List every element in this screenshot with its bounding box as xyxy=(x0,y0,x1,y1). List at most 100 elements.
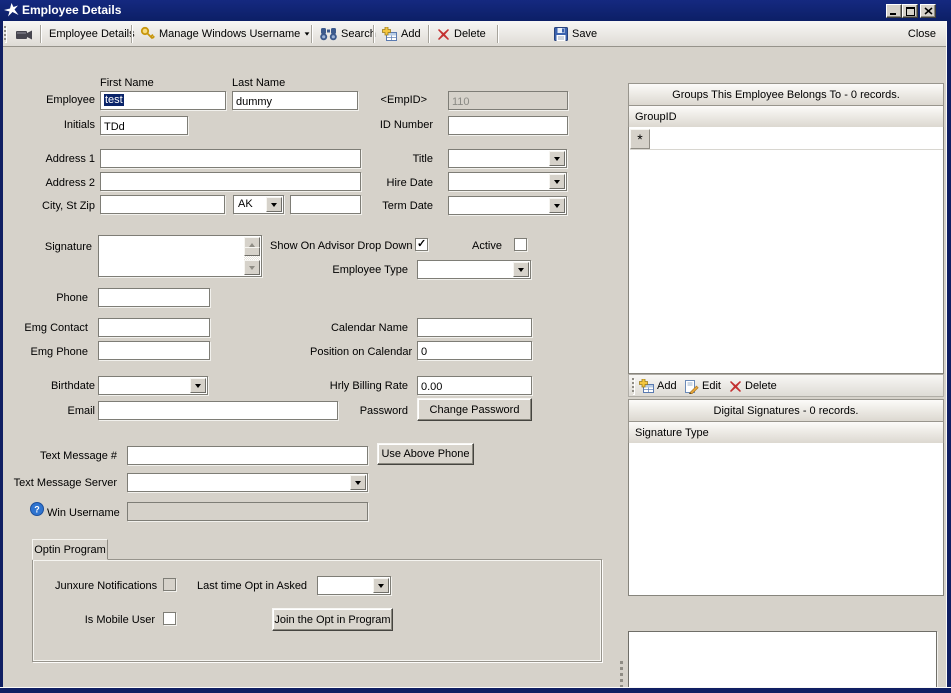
is-mobile-user-checkbox[interactable] xyxy=(163,612,176,625)
emg-phone-field[interactable] xyxy=(98,341,210,360)
dropdown-button[interactable] xyxy=(549,198,565,213)
junxure-notifications-checkbox[interactable] xyxy=(163,578,176,591)
signatures-panel-header-label: Digital Signatures - 0 records. xyxy=(713,404,859,417)
calendar-name-field[interactable] xyxy=(417,318,532,337)
join-opt-in-program-label: Join the Opt in Program xyxy=(274,613,391,626)
manage-windows-username-button[interactable]: Manage Windows Username xyxy=(135,23,315,45)
empid-label: <EmpID> xyxy=(380,94,427,106)
key-icon xyxy=(140,26,155,40)
join-opt-in-program-button[interactable]: Join the Opt in Program xyxy=(272,608,393,631)
add-label: Add xyxy=(401,28,421,40)
employee-details-button[interactable]: Employee Details xyxy=(44,23,140,45)
text-message-server-dropdown[interactable] xyxy=(127,473,368,492)
groups-edit-button[interactable]: Edit xyxy=(684,377,721,395)
text-message-server-label: Text Message Server xyxy=(13,477,117,489)
dropdown-button[interactable] xyxy=(350,475,366,490)
hire-date-dropdown[interactable] xyxy=(448,172,567,191)
window-border-left xyxy=(0,21,3,693)
signature-textarea[interactable] xyxy=(98,235,262,277)
groupid-column-header[interactable]: GroupID xyxy=(628,105,944,128)
show-on-advisor-checkbox[interactable] xyxy=(415,237,428,251)
junxure-notifications-label: Junxure Notifications xyxy=(55,580,158,592)
dropdown-button[interactable] xyxy=(549,174,565,189)
add-icon xyxy=(639,378,654,393)
phone-field[interactable] xyxy=(98,288,210,307)
hrly-billing-rate-field[interactable] xyxy=(417,376,532,395)
add-icon xyxy=(382,26,397,41)
term-date-dropdown[interactable] xyxy=(448,196,567,215)
state-dropdown[interactable]: AK xyxy=(233,195,284,214)
dropdown-button[interactable] xyxy=(373,578,389,593)
address1-field[interactable] xyxy=(100,149,361,168)
signatures-list[interactable] xyxy=(628,443,944,596)
chevron-down-icon xyxy=(195,383,201,388)
text-message-number-label: Text Message # xyxy=(39,450,117,462)
maximize-button[interactable] xyxy=(902,4,918,18)
groups-add-button[interactable]: Add xyxy=(639,377,677,395)
chevron-down-icon xyxy=(518,267,524,272)
groups-toolbar: Add Edit Delete xyxy=(628,374,944,397)
address2-field[interactable] xyxy=(100,172,361,191)
title-dropdown[interactable] xyxy=(448,149,567,168)
record-nav-button[interactable] xyxy=(10,23,39,45)
dropdown-button[interactable] xyxy=(513,262,529,277)
delete-button[interactable]: Delete xyxy=(432,23,491,45)
tab-optin-program[interactable]: Optin Program xyxy=(32,539,108,560)
window-border-bottom[interactable] xyxy=(0,688,951,693)
first-name-field[interactable]: test xyxy=(100,91,226,110)
window-border-right[interactable] xyxy=(947,21,951,693)
groups-list[interactable]: * xyxy=(628,127,944,374)
scrollbar-thumb[interactable] xyxy=(244,246,260,256)
zip-field[interactable] xyxy=(290,195,361,214)
toolbar-separator xyxy=(131,25,132,43)
change-password-button[interactable]: Change Password xyxy=(417,398,532,421)
emg-contact-field[interactable] xyxy=(98,318,210,337)
win-username-label: Win Username xyxy=(47,507,120,519)
chevron-down-icon xyxy=(554,179,560,184)
close-form-button[interactable]: Close xyxy=(903,23,941,45)
minimize-button[interactable] xyxy=(886,4,902,18)
app-icon xyxy=(4,3,19,20)
last-time-opt-in-asked-dropdown[interactable] xyxy=(317,576,391,595)
toolbar-grip[interactable] xyxy=(632,378,634,394)
employee-type-label: Employee Type xyxy=(332,264,408,276)
email-field[interactable] xyxy=(98,401,338,420)
initials-field[interactable] xyxy=(100,116,188,135)
title-label: Title xyxy=(412,153,433,165)
add-button[interactable]: Add xyxy=(377,23,426,45)
birthdate-dropdown[interactable] xyxy=(98,376,208,395)
dropdown-button[interactable] xyxy=(190,378,206,393)
search-button[interactable]: Search xyxy=(315,23,381,45)
maximize-icon xyxy=(905,6,915,16)
splitter-grip[interactable] xyxy=(620,661,623,688)
toolbar-separator xyxy=(428,25,429,43)
emg-contact-label: Emg Contact xyxy=(24,322,88,334)
last-name-field[interactable] xyxy=(232,91,358,110)
dropdown-button[interactable] xyxy=(549,151,565,166)
save-button[interactable]: Save xyxy=(549,23,602,45)
hire-date-label: Hire Date xyxy=(386,177,433,189)
scroll-down-button[interactable] xyxy=(244,260,260,275)
dropdown-button[interactable] xyxy=(266,197,282,212)
use-above-phone-button[interactable]: Use Above Phone xyxy=(377,443,474,465)
notes-box[interactable] xyxy=(628,631,937,688)
employee-type-dropdown[interactable] xyxy=(417,260,531,279)
address1-label: Address 1 xyxy=(45,153,95,165)
title-bar[interactable]: Employee Details xyxy=(0,0,951,21)
signature-type-column-header[interactable]: Signature Type xyxy=(628,421,944,444)
chevron-down-icon xyxy=(304,32,310,36)
groups-delete-button[interactable]: Delete xyxy=(729,377,777,395)
toolbar-grip[interactable] xyxy=(4,26,6,42)
active-checkbox[interactable] xyxy=(514,238,527,251)
arrow-down-icon xyxy=(249,265,255,270)
new-row-marker[interactable]: * xyxy=(630,129,650,149)
text-message-number-field[interactable] xyxy=(127,446,368,465)
help-icon[interactable]: ? xyxy=(30,502,44,519)
svg-text:?: ? xyxy=(34,505,40,515)
signature-scrollbar[interactable] xyxy=(244,237,260,275)
id-number-field[interactable] xyxy=(448,116,568,135)
emg-phone-label: Emg Phone xyxy=(30,346,88,358)
close-button[interactable] xyxy=(920,4,936,18)
position-on-calendar-field[interactable] xyxy=(417,341,532,360)
city-field[interactable] xyxy=(100,195,225,214)
